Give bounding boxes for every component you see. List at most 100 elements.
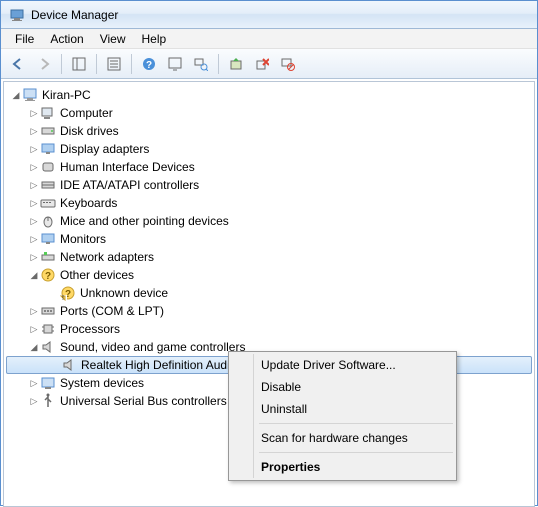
collapse-icon[interactable]: ◢	[10, 90, 22, 101]
expand-icon[interactable]: ▷	[28, 198, 40, 209]
svg-text:?: ?	[146, 60, 152, 71]
root-label: Kiran-PC	[42, 88, 91, 102]
separator	[131, 54, 132, 74]
menu-action[interactable]: Action	[42, 31, 91, 47]
tree-root[interactable]: ◢ Kiran-PC	[6, 86, 532, 104]
item-label: Unknown device	[80, 286, 168, 300]
menu-file[interactable]: File	[7, 31, 42, 47]
tree-item-computer[interactable]: ▷ Computer	[6, 104, 532, 122]
app-icon	[9, 7, 25, 23]
expand-icon[interactable]: ▷	[28, 216, 40, 227]
item-label: Display adapters	[60, 142, 149, 156]
menu-help[interactable]: Help	[134, 31, 175, 47]
disable-button[interactable]	[277, 53, 299, 75]
separator	[259, 452, 453, 453]
menubar: File Action View Help	[1, 29, 537, 49]
expand-icon[interactable]: ▷	[28, 144, 40, 155]
expand-icon[interactable]: ▷	[28, 234, 40, 245]
properties-button[interactable]	[103, 53, 125, 75]
show-hide-tree-button[interactable]	[68, 53, 90, 75]
usb-icon	[40, 393, 56, 409]
item-label: Human Interface Devices	[60, 160, 195, 174]
ctx-update-driver[interactable]: Update Driver Software...	[231, 354, 454, 376]
titlebar: Device Manager	[1, 1, 537, 29]
menu-view[interactable]: View	[92, 31, 134, 47]
tree-item-unknown[interactable]: ?! Unknown device	[6, 284, 532, 302]
unknown-icon: ?!	[60, 285, 76, 301]
ctx-uninstall[interactable]: Uninstall	[231, 398, 454, 420]
item-label: Sound, video and game controllers	[60, 340, 245, 354]
tree-item-other[interactable]: ◢? Other devices	[6, 266, 532, 284]
uninstall-button[interactable]	[251, 53, 273, 75]
item-label: Processors	[60, 322, 120, 336]
expand-icon[interactable]: ▷	[28, 306, 40, 317]
network-icon	[40, 249, 56, 265]
window-title: Device Manager	[31, 8, 118, 22]
expand-icon[interactable]: ▷	[28, 324, 40, 335]
ide-icon	[40, 177, 56, 193]
item-label: IDE ATA/ATAPI controllers	[60, 178, 199, 192]
item-label: System devices	[60, 376, 144, 390]
sound-icon	[61, 357, 77, 373]
item-label: Computer	[60, 106, 113, 120]
item-label: Other devices	[60, 268, 134, 282]
expand-icon[interactable]: ▷	[28, 396, 40, 407]
item-label: Keyboards	[60, 196, 117, 210]
tree-item-network[interactable]: ▷ Network adapters	[6, 248, 532, 266]
collapse-icon[interactable]: ◢	[28, 342, 40, 353]
toolbar: ?	[1, 49, 537, 79]
scan-button[interactable]	[190, 53, 212, 75]
mouse-icon	[40, 213, 56, 229]
separator	[61, 54, 62, 74]
expand-icon[interactable]: ▷	[28, 180, 40, 191]
forward-button[interactable]	[33, 53, 55, 75]
back-button[interactable]	[7, 53, 29, 75]
ports-icon	[40, 303, 56, 319]
tree-item-display[interactable]: ▷ Display adapters	[6, 140, 532, 158]
svg-text:?: ?	[45, 271, 51, 282]
tree-item-hid[interactable]: ▷ Human Interface Devices	[6, 158, 532, 176]
monitor-icon	[40, 231, 56, 247]
tree-item-mice[interactable]: ▷ Mice and other pointing devices	[6, 212, 532, 230]
separator	[259, 423, 453, 424]
expand-icon[interactable]: ▷	[28, 126, 40, 137]
expand-icon[interactable]: ▷	[28, 378, 40, 389]
item-label: Monitors	[60, 232, 106, 246]
collapse-icon[interactable]: ◢	[28, 270, 40, 281]
ctx-properties[interactable]: Properties	[231, 456, 454, 478]
item-label: Network adapters	[60, 250, 154, 264]
sound-icon	[40, 339, 56, 355]
expand-icon[interactable]: ▷	[28, 108, 40, 119]
separator	[96, 54, 97, 74]
action-button[interactable]	[164, 53, 186, 75]
update-driver-button[interactable]	[225, 53, 247, 75]
item-label: Realtek High Definition Audio	[81, 358, 236, 372]
pc-icon	[40, 105, 56, 121]
ctx-disable[interactable]: Disable	[231, 376, 454, 398]
tree-item-ports[interactable]: ▷ Ports (COM & LPT)	[6, 302, 532, 320]
item-label: Mice and other pointing devices	[60, 214, 229, 228]
tree-item-keyboard[interactable]: ▷ Keyboards	[6, 194, 532, 212]
expand-icon[interactable]: ▷	[28, 162, 40, 173]
computer-icon	[22, 87, 38, 103]
tree-item-ide[interactable]: ▷ IDE ATA/ATAPI controllers	[6, 176, 532, 194]
tree-item-monitors[interactable]: ▷ Monitors	[6, 230, 532, 248]
help-button[interactable]: ?	[138, 53, 160, 75]
item-label: Ports (COM & LPT)	[60, 304, 164, 318]
expand-icon[interactable]: ▷	[28, 252, 40, 263]
item-label: Universal Serial Bus controllers	[60, 394, 227, 408]
other-icon: ?	[40, 267, 56, 283]
disk-icon	[40, 123, 56, 139]
hid-icon	[40, 159, 56, 175]
tree-item-processors[interactable]: ▷ Processors	[6, 320, 532, 338]
svg-text:!: !	[62, 295, 64, 301]
keyboard-icon	[40, 195, 56, 211]
item-label: Disk drives	[60, 124, 119, 138]
cpu-icon	[40, 321, 56, 337]
tree-item-disk[interactable]: ▷ Disk drives	[6, 122, 532, 140]
display-icon	[40, 141, 56, 157]
separator	[218, 54, 219, 74]
ctx-scan[interactable]: Scan for hardware changes	[231, 427, 454, 449]
system-icon	[40, 375, 56, 391]
context-menu: Update Driver Software... Disable Uninst…	[228, 351, 457, 481]
